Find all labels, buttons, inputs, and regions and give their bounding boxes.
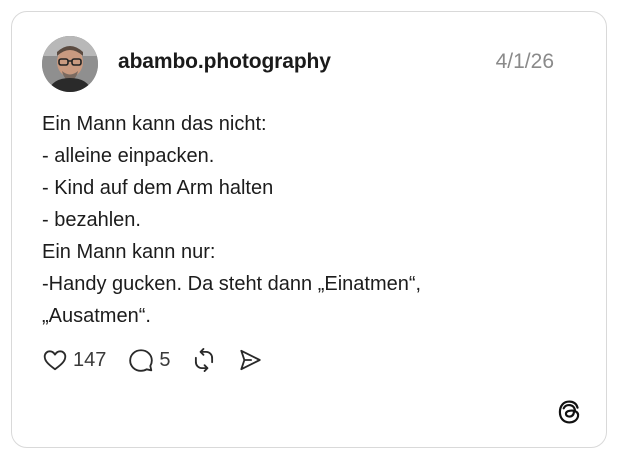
threads-logo-glyph xyxy=(558,400,580,424)
post-text-line: - alleine einpacken. xyxy=(42,145,215,167)
post-text-line: - Kind auf dem Arm halten xyxy=(42,177,274,199)
threads-logo-icon[interactable] xyxy=(556,399,582,425)
post-text-line: Ein Mann kann nur: xyxy=(42,241,216,263)
post-text-line: „Ausatmen“. xyxy=(42,305,151,327)
action-bar: 147 5 xyxy=(42,345,263,375)
repost-button[interactable] xyxy=(191,347,217,373)
speech-bubble-icon xyxy=(129,349,154,372)
post-text-line: Ein Mann kann das nicht: xyxy=(42,113,267,135)
reply-button[interactable]: 5 xyxy=(128,347,171,373)
post-text-line: -Handy gucken. Da steht dann „Einatmen“, xyxy=(42,273,422,295)
heart-icon xyxy=(43,350,67,371)
post-text: Ein Mann kann das nicht: - alleine einpa… xyxy=(42,108,582,332)
repost-icon xyxy=(194,348,213,372)
post-date: 4/1/26 xyxy=(495,50,554,73)
avatar-photo xyxy=(42,36,98,92)
avatar[interactable] xyxy=(42,36,98,92)
send-icon xyxy=(239,349,261,371)
username[interactable]: abambo.photography xyxy=(118,50,331,74)
like-button[interactable]: 147 xyxy=(42,347,106,373)
like-count: 147 xyxy=(73,348,107,371)
reply-count: 5 xyxy=(159,348,171,371)
post-text-line: - bezahlen. xyxy=(42,209,141,231)
post-card: abambo.photography 4/1/26 Ein Mann kann … xyxy=(11,11,607,448)
share-button[interactable] xyxy=(237,347,263,373)
